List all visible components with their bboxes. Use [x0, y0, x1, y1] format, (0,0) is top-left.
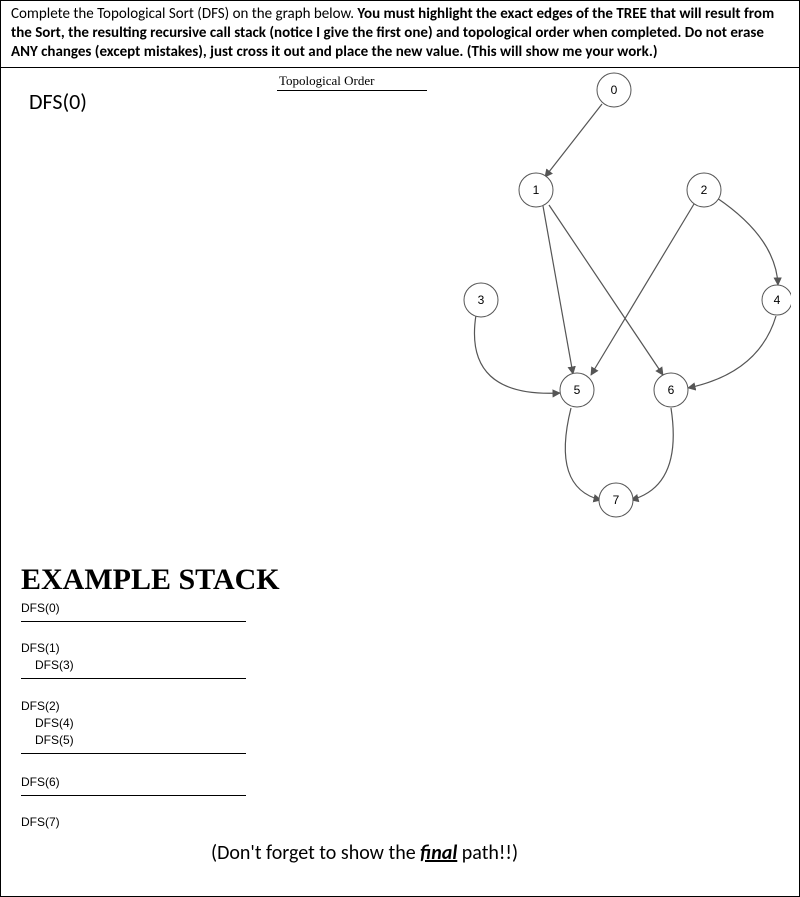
final-note-pre: (Don't forget to show the — [211, 841, 420, 865]
stack-underline — [21, 621, 246, 622]
node-0: 0 — [597, 73, 631, 107]
stack-row: DFS(1) — [21, 640, 246, 657]
edge-5-7 — [565, 408, 601, 500]
edge-3-5 — [474, 315, 560, 393]
edge-4-6 — [688, 316, 776, 388]
node-1: 1 — [519, 173, 553, 207]
dfs-start-label: DFS(0) — [29, 88, 87, 115]
stack-row: DFS(6) — [21, 774, 246, 791]
stack-block-3: DFS(6) — [21, 774, 246, 796]
svg-text:6: 6 — [668, 383, 675, 397]
edge-6-7 — [631, 408, 673, 500]
stack-underline — [21, 795, 246, 796]
stack-row: DFS(4) — [21, 715, 246, 732]
edge-2-5 — [591, 204, 694, 375]
node-4: 4 — [762, 285, 791, 315]
page-frame: Complete the Topological Sort (DFS) on t… — [0, 0, 800, 897]
stack-block-4: DFS(7) — [21, 814, 60, 831]
topological-order-label: Topological Order — [279, 73, 374, 89]
node-6: 6 — [654, 373, 688, 407]
edge-2-4 — [717, 198, 778, 285]
stack-underline — [21, 678, 246, 679]
stack-row: DFS(3) — [21, 657, 246, 674]
final-path-note: (Don't forget to show the final path!!) — [211, 841, 518, 865]
instructions-block: Complete the Topological Sort (DFS) on t… — [1, 1, 799, 68]
edge-0-1 — [545, 104, 602, 177]
stack-row: DFS(5) — [21, 732, 246, 749]
node-2: 2 — [687, 173, 721, 207]
content-area: DFS(0) Topological Order — [1, 68, 799, 873]
stack-block-2: DFS(2) DFS(4) DFS(5) — [21, 698, 246, 753]
svg-text:4: 4 — [774, 293, 781, 307]
svg-text:2: 2 — [701, 183, 708, 197]
svg-text:5: 5 — [574, 383, 581, 397]
svg-text:7: 7 — [613, 493, 620, 507]
graph-diagram: 0 1 2 3 4 — [421, 68, 791, 568]
final-note-post: path!!) — [457, 841, 518, 865]
node-5: 5 — [560, 373, 594, 407]
stack-underline — [21, 753, 246, 754]
final-note-underlined: final — [420, 841, 457, 865]
example-stack-title: EXAMPLE STACK — [21, 563, 280, 597]
svg-text:1: 1 — [533, 183, 540, 197]
stack-row: DFS(7) — [21, 814, 60, 831]
node-7: 7 — [599, 483, 633, 517]
stack-block-0: DFS(0) — [21, 600, 246, 622]
stack-row: DFS(0) — [21, 600, 246, 617]
svg-text:0: 0 — [611, 83, 618, 97]
instructions-lead: Complete the Topological Sort (DFS) on t… — [11, 5, 357, 23]
node-3: 3 — [464, 283, 498, 317]
stack-block-1: DFS(1) DFS(3) — [21, 640, 246, 679]
edge-1-5 — [543, 206, 573, 374]
svg-text:3: 3 — [478, 293, 485, 307]
stack-row: DFS(2) — [21, 698, 246, 715]
topological-order-underline — [277, 90, 427, 91]
